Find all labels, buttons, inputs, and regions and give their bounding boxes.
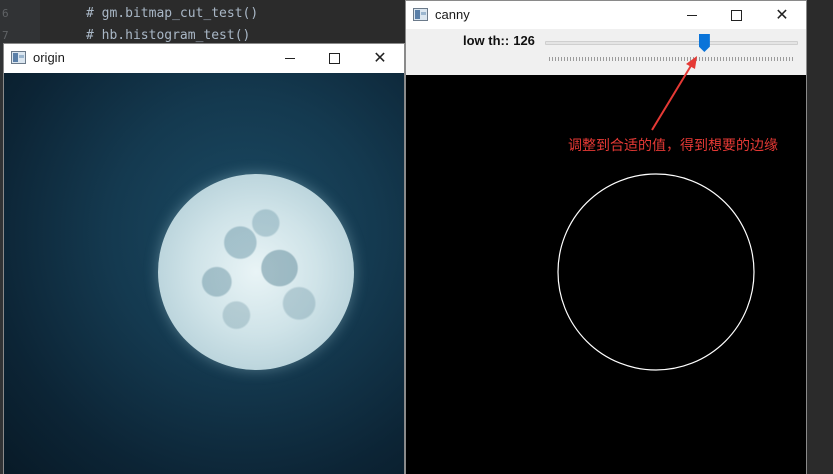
window-title: origin (33, 50, 65, 65)
slider-tick-marks (549, 57, 795, 61)
canny-window: canny ✕ low th:: 126 (405, 0, 807, 474)
annotation-text: 调整到合适的值，得到想要的边缘 (568, 138, 778, 154)
close-button[interactable]: ✕ (358, 44, 402, 72)
line-number: 6 (2, 7, 9, 20)
trackbar-value: 126 (513, 33, 535, 48)
low-threshold-slider-track[interactable] (545, 41, 798, 45)
canny-titlebar[interactable]: canny ✕ (406, 1, 806, 29)
minimize-button[interactable] (268, 44, 312, 72)
origin-image (4, 73, 404, 474)
trackbar-label: low th:: 126 (463, 33, 535, 48)
maximize-button[interactable] (312, 44, 356, 72)
trackbar-label-text: low th:: (463, 33, 510, 48)
low-threshold-slider-thumb[interactable] (698, 34, 710, 52)
origin-titlebar[interactable]: origin ✕ (4, 44, 404, 72)
code-line[interactable]: 6 # gm.bitmap_cut_test() (0, 3, 405, 25)
editor-right-edge (806, 0, 833, 474)
window-app-icon (11, 51, 26, 64)
minimize-button[interactable] (670, 1, 714, 29)
window-app-icon (413, 8, 428, 21)
full-moon-image (158, 174, 354, 370)
detected-circle-edge (557, 173, 755, 371)
trackbar-panel: low th:: 126 (406, 29, 806, 75)
window-title: canny (435, 7, 470, 22)
code-text: # gm.bitmap_cut_test() (86, 6, 259, 21)
close-button[interactable]: ✕ (760, 1, 804, 29)
maximize-button[interactable] (714, 1, 758, 29)
origin-window: origin ✕ (3, 43, 405, 474)
